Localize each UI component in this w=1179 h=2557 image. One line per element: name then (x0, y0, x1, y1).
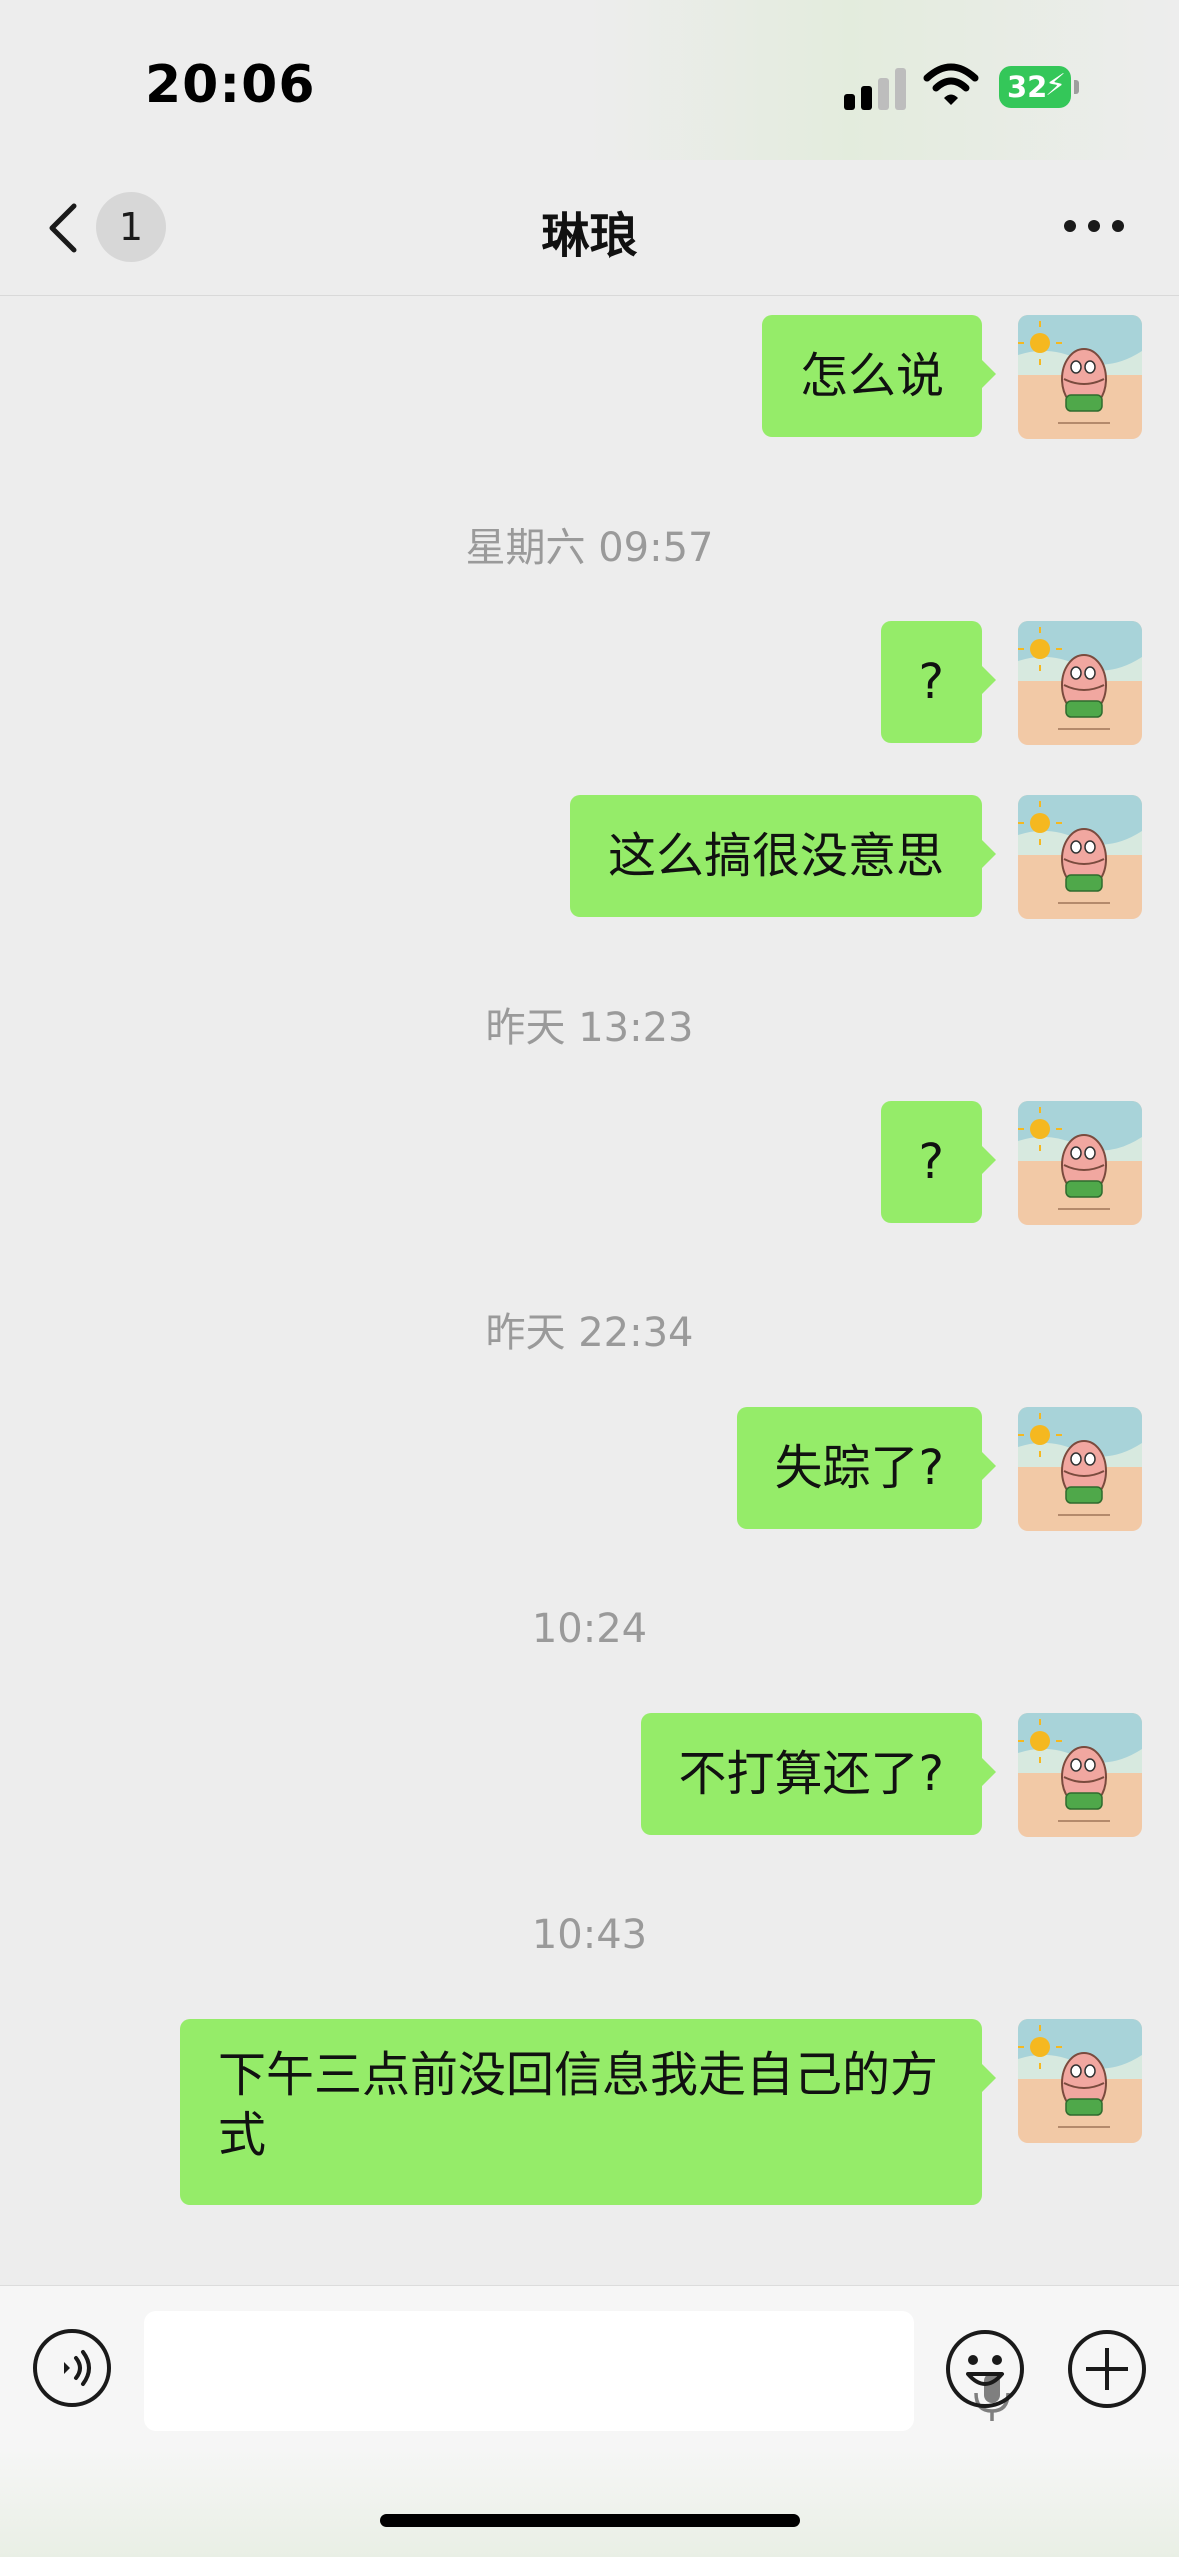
charging-bolt-icon: ⚡ (1045, 68, 1067, 103)
message-timestamp: 昨天 13:23 (485, 1005, 694, 1051)
message-bubble[interactable]: 下午三点前没回信息我走自己的方式 (180, 2019, 996, 2205)
clock: 20:06 (145, 55, 316, 115)
message-row: 失踪了? (736, 1407, 1142, 1531)
chat-header: 1 琳琅 (0, 160, 1179, 296)
message-timestamp: 昨天 22:34 (485, 1310, 694, 1356)
user-avatar[interactable] (1018, 2019, 1142, 2143)
home-indicator[interactable] (380, 2514, 800, 2527)
wifi-icon (923, 63, 979, 105)
user-avatar[interactable] (1018, 1101, 1142, 1225)
user-avatar[interactable] (1018, 621, 1142, 745)
message-bubble[interactable]: ? (880, 1101, 997, 1223)
cellular-signal-icon (844, 66, 910, 110)
message-row: 这么搞很没意思 (569, 795, 1142, 919)
message-bubble[interactable]: 不打算还了? (640, 1713, 997, 1835)
message-timestamp: 10:24 (531, 1606, 648, 1652)
voice-mode-icon[interactable] (32, 2328, 112, 2408)
message-timestamp: 10:43 (531, 1912, 648, 1958)
message-row: ? (880, 621, 1142, 745)
message-row: 下午三点前没回信息我走自己的方式 (180, 2019, 1142, 2205)
battery-indicator: 32 ⚡ (999, 66, 1079, 108)
message-bubble[interactable]: 这么搞很没意思 (569, 795, 997, 917)
message-row: ? (880, 1101, 1142, 1225)
message-bubble[interactable]: 失踪了? (736, 1407, 997, 1529)
user-avatar[interactable] (1018, 315, 1142, 439)
message-bubble[interactable]: 怎么说 (761, 315, 997, 437)
emoji-icon[interactable] (944, 2328, 1026, 2410)
plus-icon[interactable] (1066, 2328, 1148, 2410)
status-bar: 20:06 32 ⚡ (0, 0, 1179, 160)
user-avatar[interactable] (1018, 1713, 1142, 1837)
user-avatar[interactable] (1018, 795, 1142, 919)
message-bubble[interactable]: ? (880, 621, 997, 743)
message-timestamp: 星期六 09:57 (465, 525, 714, 571)
message-row: 怎么说 (761, 315, 1142, 439)
message-row: 不打算还了? (640, 1713, 1142, 1837)
message-input[interactable] (144, 2311, 1010, 2431)
more-options-icon[interactable] (1064, 220, 1124, 234)
battery-tip (1074, 80, 1079, 94)
user-avatar[interactable] (1018, 1407, 1142, 1531)
chat-title: 琳琅 (541, 208, 638, 264)
